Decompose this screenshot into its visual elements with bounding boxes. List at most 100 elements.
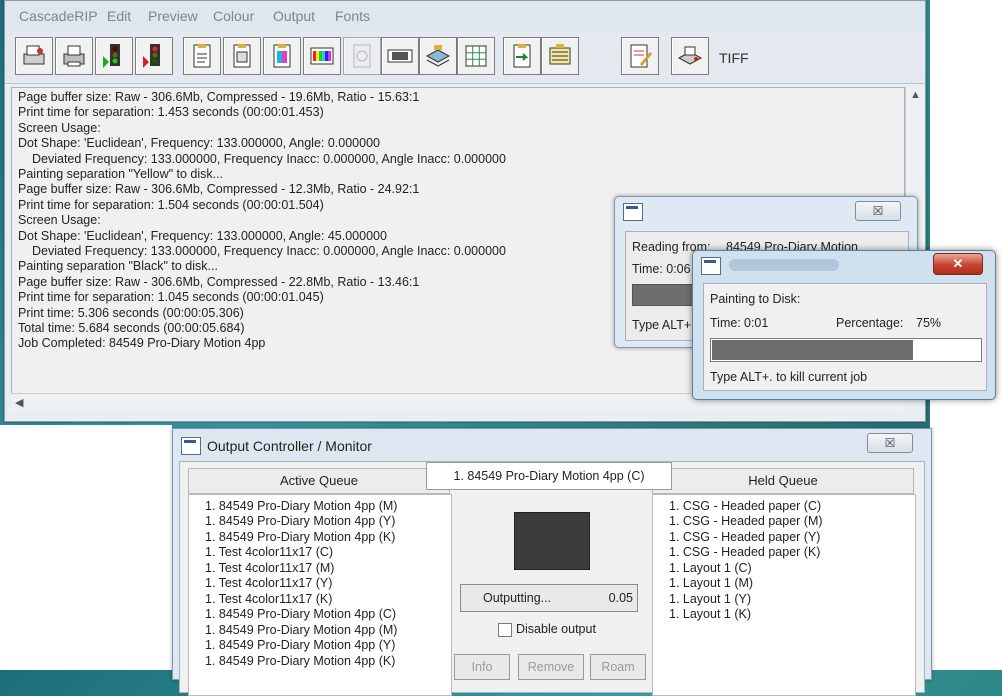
log-line: Job Completed: 84549 Pro-Diary Motion 4p… bbox=[18, 336, 266, 350]
list-item[interactable]: 1. CSG - Headed paper (M) bbox=[669, 514, 823, 528]
list-item[interactable]: 1. Layout 1 (Y) bbox=[669, 592, 751, 606]
toolbar bbox=[5, 31, 925, 84]
log-line: Screen Usage: bbox=[18, 213, 101, 227]
dialog-body: Painting to Disk: Time: 0:01 Percentage:… bbox=[703, 283, 987, 391]
status-value: 0.05 bbox=[608, 591, 633, 605]
progress-bar-fill bbox=[712, 340, 913, 360]
list-item[interactable]: 1. 84549 Pro-Diary Motion 4pp (M) bbox=[205, 623, 397, 637]
film-button[interactable] bbox=[381, 37, 419, 75]
page-stack-button[interactable] bbox=[541, 37, 579, 75]
print-icon bbox=[63, 45, 85, 67]
list-item[interactable]: 1. Layout 1 (M) bbox=[669, 576, 753, 590]
list-item[interactable]: 1. Layout 1 (K) bbox=[669, 607, 751, 621]
held-queue-list[interactable]: 1. CSG - Headed paper (C) 1. CSG - Heade… bbox=[652, 494, 916, 696]
list-item[interactable]: 1. Test 4color11x17 (Y) bbox=[205, 576, 332, 590]
page-arrow-button[interactable] bbox=[503, 37, 541, 75]
print-button[interactable] bbox=[55, 37, 93, 75]
progress-bar bbox=[710, 338, 982, 362]
log-line: Print time: 5.306 seconds (00:00:05.306) bbox=[18, 306, 244, 320]
scroll-left-icon[interactable]: ◀ bbox=[15, 396, 23, 409]
list-item[interactable]: 1. CSG - Headed paper (C) bbox=[669, 499, 821, 513]
colour-page-icon bbox=[273, 44, 291, 68]
colour-bars-button[interactable] bbox=[303, 37, 341, 75]
active-queue-list[interactable]: 1. 84549 Pro-Diary Motion 4pp (M) 1. 845… bbox=[188, 494, 452, 696]
log-line: Painting separation "Yellow" to disk... bbox=[18, 167, 224, 181]
stop-button[interactable] bbox=[135, 37, 173, 75]
dialog-title-bar: ☒ bbox=[615, 197, 917, 225]
current-job-field: 1. 84549 Pro-Diary Motion 4pp (C) bbox=[426, 462, 672, 490]
list-item[interactable]: 1. 84549 Pro-Diary Motion 4pp (K) bbox=[205, 654, 395, 668]
outputting-status-button[interactable]: Outputting... 0.05 bbox=[460, 584, 638, 612]
time-label: Time: 0:06 bbox=[632, 262, 691, 276]
desktop-white-area-left bbox=[0, 425, 172, 670]
list-item[interactable]: 1. 84549 Pro-Diary Motion 4pp (Y) bbox=[205, 638, 395, 652]
grid-icon bbox=[465, 45, 487, 67]
list-item[interactable]: 1. 84549 Pro-Diary Motion 4pp (Y) bbox=[205, 514, 395, 528]
list-item[interactable]: 1. 84549 Pro-Diary Motion 4pp (K) bbox=[205, 530, 395, 544]
close-icon: ✕ bbox=[952, 256, 964, 271]
list-item[interactable]: 1. 84549 Pro-Diary Motion 4pp (C) bbox=[205, 607, 396, 621]
scroll-up-icon[interactable]: ▲ bbox=[910, 89, 921, 101]
layers-icon bbox=[425, 45, 451, 67]
edit-setup-icon bbox=[630, 44, 652, 68]
page-setup-button[interactable] bbox=[183, 37, 221, 75]
time-value: 0:01 bbox=[744, 316, 769, 330]
log-line: Dot Shape: 'Euclidean', Frequency: 133.0… bbox=[18, 136, 380, 150]
menu-fonts[interactable]: Fonts bbox=[335, 8, 370, 24]
output-device-label: TIFF bbox=[719, 50, 749, 66]
page-button[interactable] bbox=[223, 37, 261, 75]
traffic-light-green-icon bbox=[103, 44, 120, 68]
edit-setup-button[interactable] bbox=[621, 37, 659, 75]
printer-device-icon bbox=[677, 46, 703, 65]
painting-progress-dialog: ✕ Painting to Disk: Time: 0:01 Percentag… bbox=[692, 250, 996, 400]
list-item[interactable]: 1. Test 4color11x17 (C) bbox=[205, 545, 333, 559]
roam-button[interactable]: Roam bbox=[590, 654, 646, 680]
list-item[interactable]: 1. Test 4color11x17 (M) bbox=[205, 561, 334, 575]
log-line: Screen Usage: bbox=[18, 121, 101, 135]
held-queue-header: Held Queue bbox=[652, 468, 914, 494]
list-item[interactable]: 1. CSG - Headed paper (K) bbox=[669, 545, 820, 559]
grid-button[interactable] bbox=[457, 37, 495, 75]
disabled-page-button bbox=[343, 37, 381, 75]
disable-output-label: Disable output bbox=[516, 622, 596, 636]
info-button[interactable]: Info bbox=[454, 654, 510, 680]
rip-file-button[interactable] bbox=[15, 37, 53, 75]
disable-output-checkbox[interactable] bbox=[498, 623, 512, 637]
time-label: Time: bbox=[710, 316, 741, 330]
remove-button[interactable]: Remove bbox=[518, 654, 584, 680]
menu-preview[interactable]: Preview bbox=[148, 8, 198, 24]
active-queue-header: Active Queue bbox=[188, 468, 450, 494]
output-device-button[interactable] bbox=[671, 37, 709, 75]
layers-button[interactable] bbox=[419, 37, 457, 75]
list-item[interactable]: 1. CSG - Headed paper (Y) bbox=[669, 530, 820, 544]
log-line: Painting separation "Black" to disk... bbox=[18, 259, 218, 273]
menu-colour[interactable]: Colour bbox=[213, 8, 254, 24]
list-item[interactable]: 1. 84549 Pro-Diary Motion 4pp (M) bbox=[205, 499, 397, 513]
close-button[interactable]: ☒ bbox=[867, 433, 913, 453]
app-window-icon bbox=[181, 437, 201, 455]
app-window-icon bbox=[701, 257, 721, 275]
percentage-label: Percentage: bbox=[836, 316, 904, 330]
log-line: Total time: 5.684 seconds (00:00:05.684) bbox=[18, 321, 245, 335]
menu-cascaderip[interactable]: CascadeRIP bbox=[19, 8, 98, 24]
list-item[interactable]: 1. Test 4color11x17 (K) bbox=[205, 592, 332, 606]
start-button[interactable] bbox=[95, 37, 133, 75]
close-button[interactable]: ✕ bbox=[933, 253, 983, 275]
film-icon bbox=[387, 49, 413, 63]
rip-file-icon bbox=[23, 45, 45, 65]
log-line: Dot Shape: 'Euclidean', Frequency: 133.0… bbox=[18, 229, 387, 243]
status-label: Outputting... bbox=[483, 591, 552, 605]
log-line: Print time for separation: 1.453 seconds… bbox=[18, 105, 324, 119]
colour-page-button[interactable] bbox=[263, 37, 301, 75]
log-line: Page buffer size: Raw - 306.6Mb, Compres… bbox=[18, 90, 420, 104]
list-item[interactable]: 1. Layout 1 (C) bbox=[669, 561, 752, 575]
colour-bars-icon bbox=[310, 47, 334, 65]
menu-edit[interactable]: Edit bbox=[107, 8, 131, 24]
close-button[interactable]: ☒ bbox=[855, 201, 901, 221]
menu-output[interactable]: Output bbox=[273, 8, 315, 24]
page-setup-icon bbox=[193, 44, 211, 68]
log-line: Deviated Frequency: 133.000000, Frequenc… bbox=[32, 152, 506, 166]
log-line: Page buffer size: Raw - 306.6Mb, Compres… bbox=[18, 275, 420, 289]
log-line: Print time for separation: 1.045 seconds… bbox=[18, 290, 324, 304]
window-title: Output Controller / Monitor bbox=[207, 438, 372, 454]
